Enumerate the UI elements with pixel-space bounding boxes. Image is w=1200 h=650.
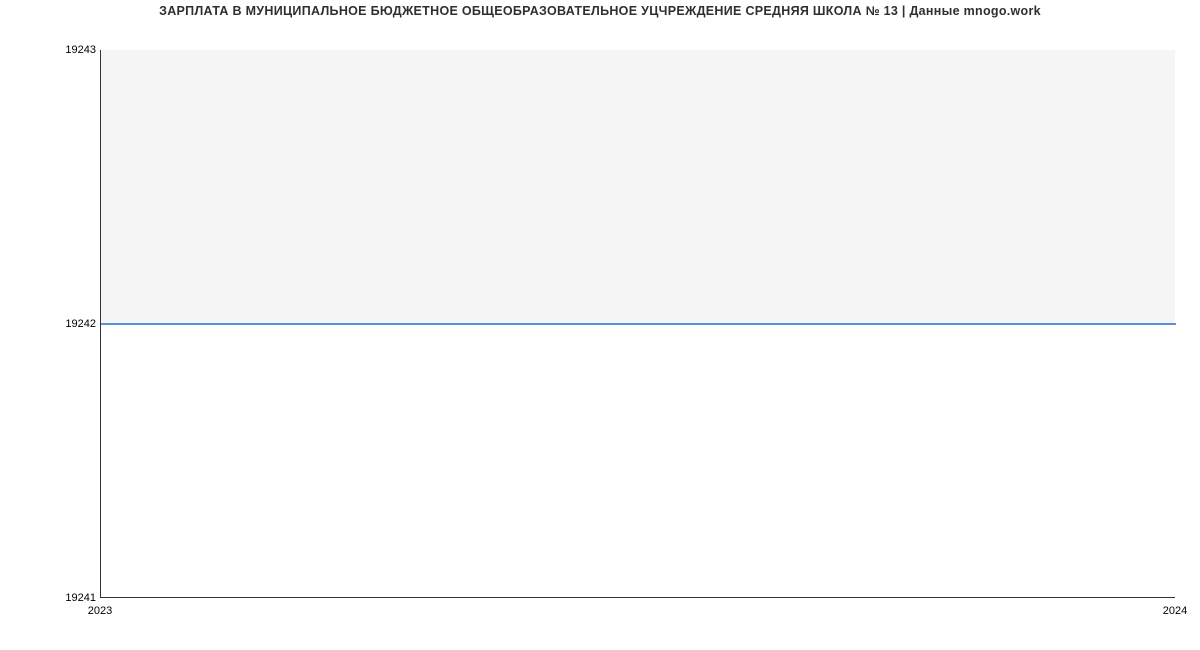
y-tick-label: 19242	[36, 318, 96, 330]
x-tick-label: 2023	[88, 605, 112, 617]
plot-lower-bg	[101, 323, 1175, 597]
y-tick-label: 19243	[36, 44, 96, 56]
plot-area	[100, 50, 1175, 598]
x-tick-label: 2024	[1163, 605, 1187, 617]
chart-title: ЗАРПЛАТА В МУНИЦИПАЛЬНОЕ БЮДЖЕТНОЕ ОБЩЕО…	[0, 0, 1200, 18]
data-line	[101, 323, 1176, 324]
y-tick-label: 19241	[36, 592, 96, 604]
